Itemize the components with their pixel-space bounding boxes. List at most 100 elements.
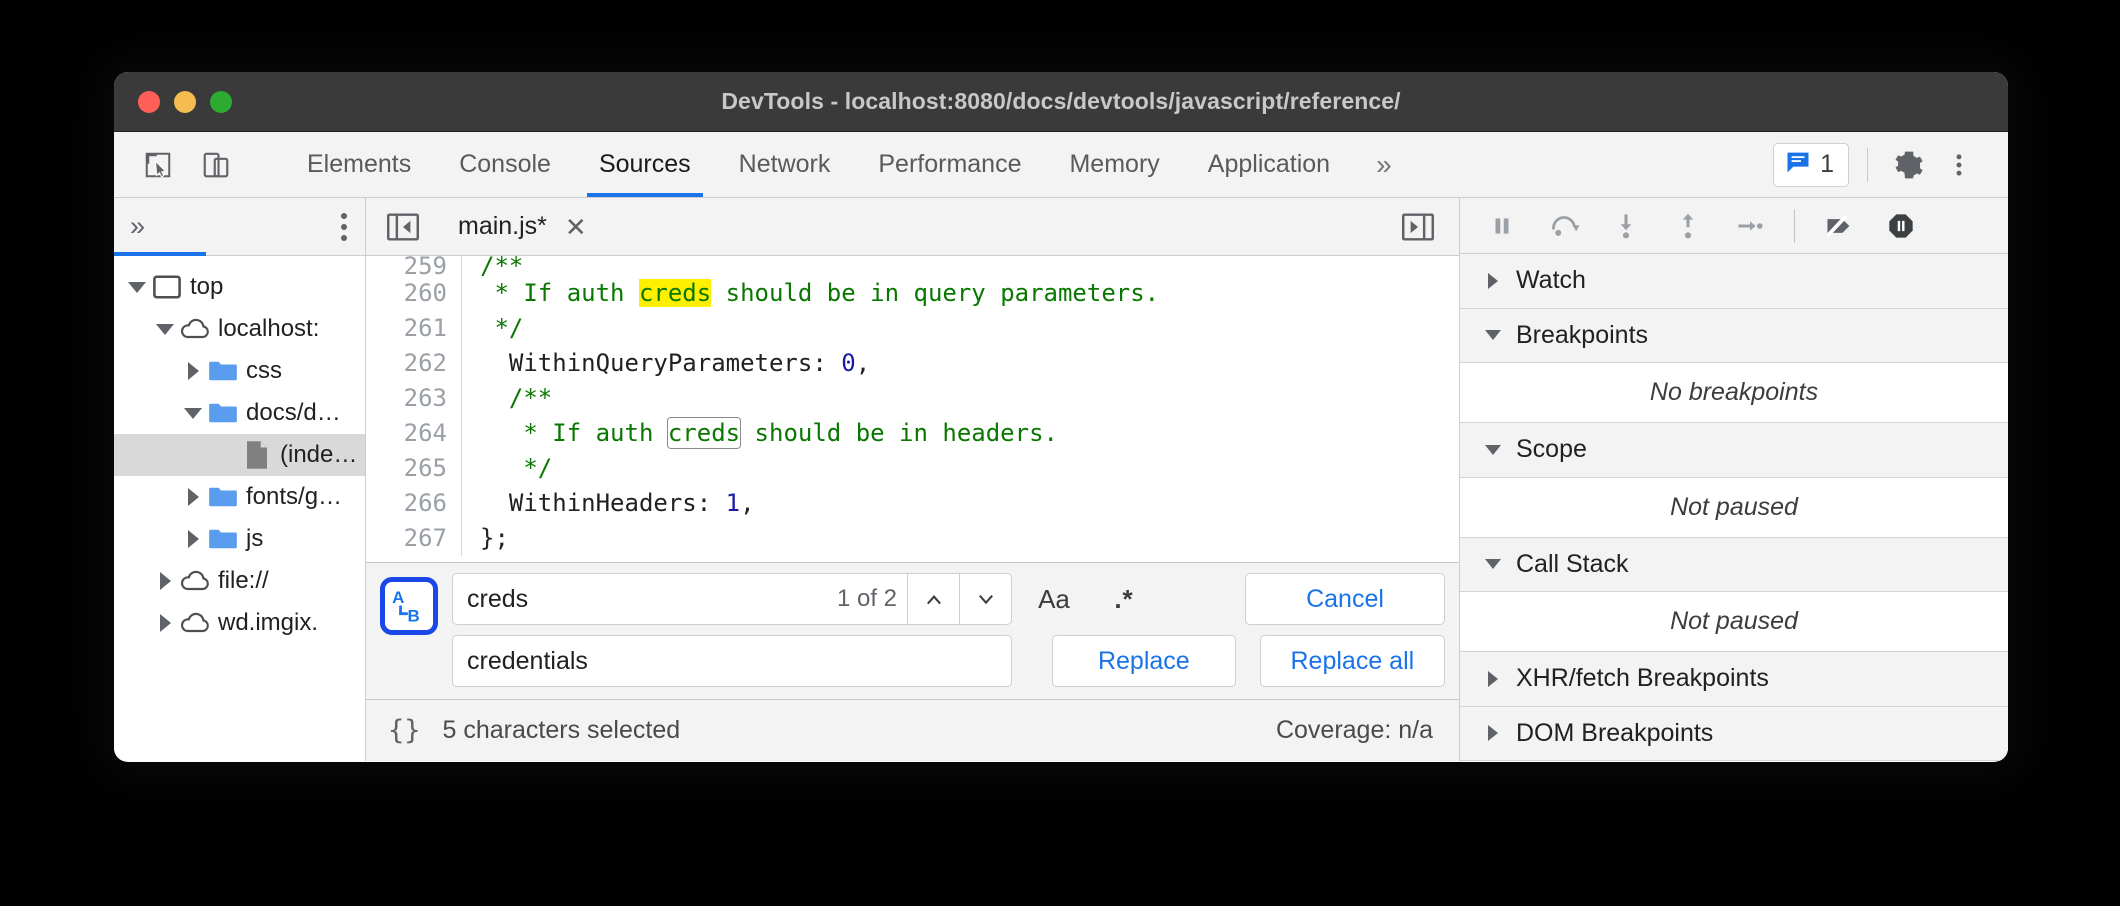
tree-item-file-protocol[interactable]: file:// (114, 560, 365, 602)
svg-text:B: B (407, 606, 419, 625)
breakpoints-empty-message: No breakpoints (1460, 363, 2008, 423)
tree-item-wd-imgix[interactable]: wd.imgix. (114, 602, 365, 644)
chevron-down-icon[interactable] (180, 408, 206, 419)
tree-item-index[interactable]: (inde… (114, 434, 365, 476)
step-icon[interactable] (1722, 203, 1778, 249)
code-token: * If auth (480, 279, 639, 307)
replace-a-with-b-icon[interactable]: A B (380, 577, 438, 635)
navigator-more-tabs-icon[interactable]: » (130, 213, 145, 240)
deactivate-breakpoints-icon[interactable] (1811, 203, 1867, 249)
tab-label: Performance (878, 150, 1021, 179)
close-window-button[interactable] (138, 91, 160, 113)
devtools-body: » top (114, 198, 2008, 761)
debugger-section-dom-breakpoints[interactable]: DOM Breakpoints (1460, 707, 2008, 761)
more-options-icon[interactable] (1936, 142, 1982, 188)
tree-item-label: file:// (218, 567, 269, 595)
inspect-element-icon[interactable] (136, 143, 180, 187)
debugger-section-call-stack[interactable]: Call Stack (1460, 538, 2008, 592)
line-number: 264 (366, 416, 462, 451)
file-icon (240, 440, 274, 470)
tree-item-top[interactable]: top (114, 266, 365, 308)
svg-text:A: A (392, 588, 404, 607)
code-token: */ (480, 314, 523, 342)
use-regex-button[interactable]: .* (1096, 573, 1152, 625)
code-token: , (856, 349, 870, 377)
tree-item-docs[interactable]: docs/d… (114, 392, 365, 434)
tree-item-js[interactable]: js (114, 518, 365, 560)
code-line: 261 */ (366, 311, 1459, 346)
call-stack-empty-message: Not paused (1460, 592, 2008, 652)
chevron-right-icon[interactable] (152, 614, 178, 632)
screenshot-root: DevTools - localhost:8080/docs/devtools/… (0, 0, 2120, 906)
chevron-up-icon[interactable] (907, 574, 959, 624)
replace-all-button[interactable]: Replace all (1260, 635, 1445, 687)
editor-tab-main-js[interactable]: main.js* ✕ (450, 198, 595, 255)
tab-elements[interactable]: Elements (283, 132, 435, 197)
pause-script-execution-icon[interactable] (1474, 203, 1530, 249)
more-tabs-icon[interactable]: » (1354, 132, 1414, 197)
code-editor[interactable]: 259 /** 260 * If auth creds should be in… (366, 256, 1459, 562)
step-over-icon[interactable] (1536, 203, 1592, 249)
navigator-header: » (114, 198, 365, 256)
tree-item-css[interactable]: css (114, 350, 365, 392)
step-out-icon[interactable] (1660, 203, 1716, 249)
line-number: 266 (366, 486, 462, 521)
file-tree: top localhost: css (114, 256, 365, 644)
maximize-window-button[interactable] (210, 91, 232, 113)
minimize-window-button[interactable] (174, 91, 196, 113)
tab-performance[interactable]: Performance (854, 132, 1045, 197)
tree-item-fonts[interactable]: fonts/g… (114, 476, 365, 518)
tab-label: Application (1208, 150, 1330, 179)
match-case-button[interactable]: Aa (1026, 573, 1082, 625)
tab-sources[interactable]: Sources (575, 132, 715, 197)
pause-on-exceptions-icon[interactable] (1873, 203, 1929, 249)
debugger-section-scope[interactable]: Scope (1460, 423, 2008, 477)
tab-network[interactable]: Network (715, 132, 855, 197)
code-token: should be in query parameters. (711, 279, 1159, 307)
show-navigator-icon[interactable] (380, 204, 426, 250)
navigator-more-options-icon[interactable] (341, 213, 347, 241)
tab-application[interactable]: Application (1184, 132, 1354, 197)
line-number: 267 (366, 521, 462, 556)
chevron-down-icon[interactable] (959, 574, 1011, 624)
issues-button[interactable]: 1 (1773, 143, 1849, 187)
replace-button[interactable]: Replace (1052, 635, 1236, 687)
editor-tabbar-right (1395, 204, 1459, 250)
code-token: , (740, 489, 754, 517)
line-number: 261 (366, 311, 462, 346)
chevron-down-icon[interactable] (124, 282, 150, 293)
window-titlebar: DevTools - localhost:8080/docs/devtools/… (114, 72, 2008, 132)
code-line: 262 WithinQueryParameters: 0, (366, 346, 1459, 381)
tab-console[interactable]: Console (435, 132, 575, 197)
close-icon[interactable]: ✕ (565, 214, 587, 240)
debugger-section-breakpoints[interactable]: Breakpoints (1460, 309, 2008, 363)
chevron-right-icon[interactable] (180, 362, 206, 380)
show-debugger-icon[interactable] (1395, 204, 1441, 250)
tab-memory[interactable]: Memory (1045, 132, 1183, 197)
search-match-active: creds (639, 279, 711, 307)
device-toolbar-icon[interactable] (194, 143, 238, 187)
chevron-down-icon[interactable] (152, 324, 178, 335)
search-input[interactable] (453, 574, 837, 624)
section-title: Watch (1516, 266, 1586, 295)
chevron-right-icon[interactable] (152, 572, 178, 590)
navigator-pane: » top (114, 198, 366, 761)
pretty-print-braces-icon[interactable]: {} (388, 715, 421, 746)
code-token: should be in headers. (740, 419, 1058, 447)
devtools-main-toolbar: Elements Console Sources Network Perform… (114, 132, 2008, 198)
chevron-right-icon[interactable] (180, 488, 206, 506)
gear-icon[interactable] (1886, 142, 1932, 188)
step-into-icon[interactable] (1598, 203, 1654, 249)
debugger-section-watch[interactable]: Watch (1460, 254, 2008, 308)
cancel-button[interactable]: Cancel (1245, 573, 1445, 625)
section-title: Scope (1516, 435, 1587, 464)
chevron-right-icon[interactable] (180, 530, 206, 548)
replace-input[interactable] (453, 647, 1011, 676)
line-content: /** (462, 381, 552, 416)
debugger-toolbar-divider (1794, 209, 1795, 243)
tree-item-localhost[interactable]: localhost: (114, 308, 365, 350)
code-token: */ (480, 454, 552, 482)
toolbar-icon-group (114, 132, 283, 197)
debugger-pane: Watch Breakpoints No breakpoints Scope N… (1460, 198, 2008, 761)
debugger-section-xhr-breakpoints[interactable]: XHR/fetch Breakpoints (1460, 652, 2008, 706)
